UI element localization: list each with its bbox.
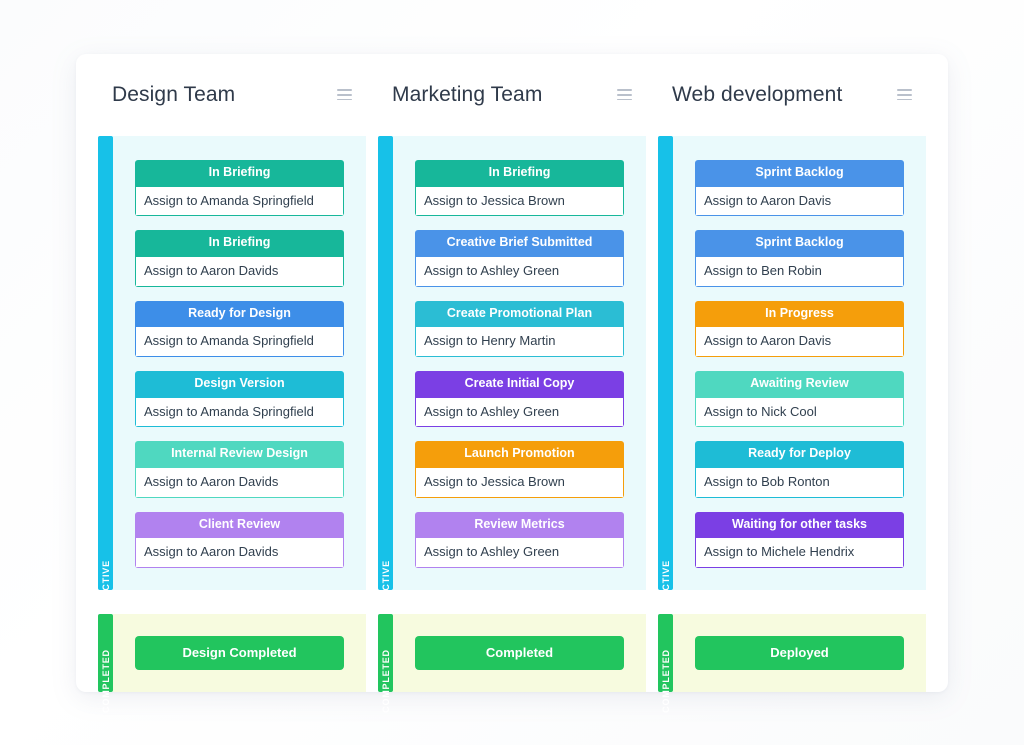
- task-assignee: Assign to Jessica Brown: [415, 186, 624, 217]
- active-lane-label: ACTIVE: [100, 560, 111, 598]
- task-status-header: Creative Brief Submitted: [415, 230, 624, 258]
- task-status-header: Waiting for other tasks: [695, 511, 904, 539]
- completed-lane-bar: COMPLETED: [98, 614, 113, 713]
- task-assignee: Assign to Amanda Springfield: [135, 327, 344, 357]
- task-status-header: Sprint Backlog: [695, 159, 904, 187]
- task-assignee: Assign to Jessica Brown: [415, 468, 624, 498]
- task-card[interactable]: Waiting for other tasks Assign to Michel…: [695, 511, 904, 568]
- task-card[interactable]: Create Initial Copy Assign to Ashley Gre…: [415, 370, 624, 428]
- task-assignee: Assign to Aaron Davids: [135, 538, 344, 568]
- task-card[interactable]: Awaiting Review Assign to Nick Cool: [695, 370, 904, 428]
- active-lane-cards: In Briefing Assign to Jessica Brown Crea…: [393, 135, 646, 590]
- active-lane-label: ACTIVE: [380, 560, 391, 598]
- task-status-header: In Briefing: [415, 159, 624, 187]
- task-card[interactable]: Sprint Backlog Assign to Ben Robin: [695, 230, 904, 287]
- task-card[interactable]: Ready for Design Assign to Amanda Spring…: [135, 300, 344, 357]
- task-card[interactable]: Ready for Deploy Assign to Bob Ronton: [695, 441, 904, 498]
- task-card[interactable]: In Progress Assign to Aaron Davis: [695, 300, 904, 357]
- task-card[interactable]: Design Version Assign to Amanda Springfi…: [135, 370, 344, 428]
- completed-lane-content: Completed: [393, 614, 646, 692]
- task-card[interactable]: Review Metrics Assign to Ashley Green: [415, 511, 624, 568]
- task-card[interactable]: In Briefing Assign to Aaron Davids: [135, 230, 344, 287]
- task-status-header: In Briefing: [135, 159, 344, 187]
- column-title: Design Team: [112, 82, 236, 106]
- task-card[interactable]: Client Review Assign to Aaron Davids: [135, 511, 344, 568]
- completed-lane-content: Design Completed: [113, 614, 366, 692]
- completed-lane-bar: COMPLETED: [378, 614, 393, 713]
- completed-lane-label: COMPLETED: [100, 649, 111, 713]
- task-assignee: Assign to Ben Robin: [695, 257, 904, 287]
- active-lane-cards: In Briefing Assign to Amanda Springfield…: [113, 135, 366, 590]
- completed-lane: COMPLETED Completed: [378, 614, 646, 713]
- task-assignee: Assign to Aaron Davis: [695, 327, 904, 357]
- task-status-header: Review Metrics: [415, 511, 624, 539]
- task-status-header: Internal Review Design: [135, 441, 344, 469]
- completed-lane-content: Deployed: [673, 614, 926, 692]
- column-header: Design Team: [98, 54, 366, 136]
- task-card[interactable]: Create Promotional Plan Assign to Henry …: [415, 300, 624, 357]
- task-card[interactable]: Creative Brief Submitted Assign to Ashle…: [415, 230, 624, 287]
- task-status-header: Sprint Backlog: [695, 230, 904, 258]
- task-assignee: Assign to Ashley Green: [415, 257, 624, 287]
- completed-lane-label: COMPLETED: [660, 649, 671, 713]
- hamburger-menu-icon[interactable]: [617, 89, 632, 101]
- board-columns: Design Team ACTIVE In Briefing Assign to…: [76, 54, 948, 713]
- hamburger-menu-icon[interactable]: [897, 89, 912, 101]
- task-status-header: Design Version: [135, 370, 344, 398]
- task-assignee: Assign to Aaron Davids: [135, 257, 344, 287]
- board-column: Web development ACTIVE Sprint Backlog As…: [658, 54, 926, 713]
- task-status-header: Create Promotional Plan: [415, 300, 624, 328]
- task-assignee: Assign to Ashley Green: [415, 397, 624, 428]
- active-lane-bar: ACTIVE: [98, 135, 113, 598]
- column-header: Marketing Team: [378, 54, 646, 136]
- task-assignee: Assign to Aaron Davids: [135, 468, 344, 498]
- task-assignee: Assign to Michele Hendrix: [695, 538, 904, 568]
- column-header: Web development: [658, 54, 926, 136]
- task-assignee: Assign to Amanda Springfield: [135, 397, 344, 428]
- board-column: Design Team ACTIVE In Briefing Assign to…: [98, 54, 366, 713]
- column-title: Marketing Team: [392, 82, 543, 106]
- completed-status-pill[interactable]: Deployed: [695, 636, 904, 670]
- task-card[interactable]: In Briefing Assign to Jessica Brown: [415, 159, 624, 217]
- board-column: Marketing Team ACTIVE In Briefing Assign…: [378, 54, 646, 713]
- completed-lane-bar: COMPLETED: [658, 614, 673, 713]
- board-panel: Design Team ACTIVE In Briefing Assign to…: [76, 54, 948, 713]
- active-lane: ACTIVE In Briefing Assign to Amanda Spri…: [98, 135, 366, 598]
- task-status-header: Create Initial Copy: [415, 370, 624, 398]
- active-lane-bar: ACTIVE: [658, 135, 673, 598]
- task-status-header: Ready for Design: [135, 300, 344, 328]
- hamburger-menu-icon[interactable]: [337, 89, 352, 101]
- task-card[interactable]: In Briefing Assign to Amanda Springfield: [135, 159, 344, 217]
- task-status-header: Client Review: [135, 511, 344, 539]
- task-status-header: Ready for Deploy: [695, 441, 904, 469]
- column-title: Web development: [672, 82, 843, 106]
- task-assignee: Assign to Aaron Davis: [695, 186, 904, 217]
- task-status-header: In Progress: [695, 300, 904, 328]
- task-assignee: Assign to Nick Cool: [695, 397, 904, 428]
- page-background: Design Team ACTIVE In Briefing Assign to…: [0, 0, 1024, 745]
- completed-status-pill[interactable]: Completed: [415, 636, 624, 670]
- completed-lane: COMPLETED Design Completed: [98, 614, 366, 713]
- task-assignee: Assign to Ashley Green: [415, 538, 624, 568]
- active-lane-bar: ACTIVE: [378, 135, 393, 598]
- active-lane: ACTIVE Sprint Backlog Assign to Aaron Da…: [658, 135, 926, 598]
- task-card[interactable]: Internal Review Design Assign to Aaron D…: [135, 441, 344, 498]
- task-status-header: Awaiting Review: [695, 370, 904, 398]
- completed-status-pill[interactable]: Design Completed: [135, 636, 344, 670]
- task-assignee: Assign to Henry Martin: [415, 327, 624, 357]
- task-status-header: In Briefing: [135, 230, 344, 258]
- task-assignee: Assign to Amanda Springfield: [135, 186, 344, 217]
- task-status-header: Launch Promotion: [415, 441, 624, 469]
- task-card[interactable]: Sprint Backlog Assign to Aaron Davis: [695, 159, 904, 217]
- completed-lane-label: COMPLETED: [380, 649, 391, 713]
- active-lane-cards: Sprint Backlog Assign to Aaron Davis Spr…: [673, 135, 926, 590]
- completed-lane: COMPLETED Deployed: [658, 614, 926, 713]
- task-assignee: Assign to Bob Ronton: [695, 468, 904, 498]
- active-lane-label: ACTIVE: [660, 560, 671, 598]
- active-lane: ACTIVE In Briefing Assign to Jessica Bro…: [378, 135, 646, 598]
- task-card[interactable]: Launch Promotion Assign to Jessica Brown: [415, 441, 624, 498]
